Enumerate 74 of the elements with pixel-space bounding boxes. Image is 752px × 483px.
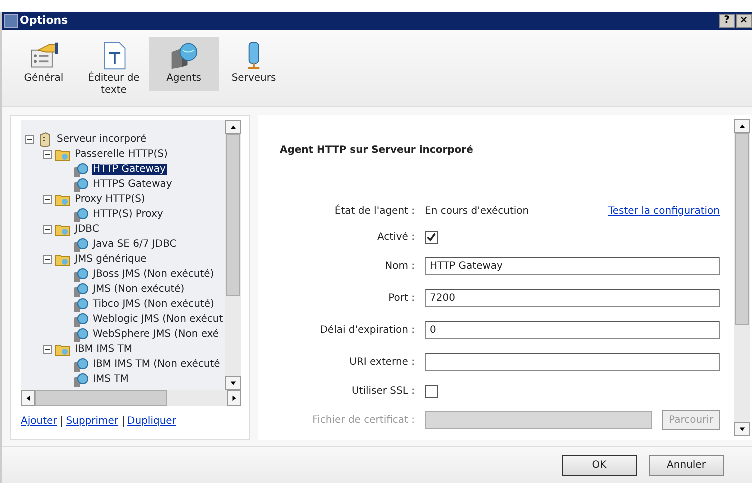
scroll-up-icon: [738, 122, 746, 130]
tree-item[interactable]: JMS (Non exécuté): [92, 284, 186, 296]
tree-item[interactable]: Passerelle HTTP(S): [74, 149, 169, 160]
globe-server-icon: [169, 40, 199, 71]
tree-item[interactable]: IBM IMS TM: [74, 344, 134, 356]
field-label: Utiliser SSL :: [350, 386, 416, 397]
input-field[interactable]: 7200: [425, 289, 720, 308]
link[interactable]: Supprimer: [66, 416, 119, 428]
link[interactable]: Dupliquer: [128, 416, 176, 428]
tree-item[interactable]: IMS TM: [92, 374, 130, 386]
collapse-toggle[interactable]: [25, 135, 34, 144]
tree-item[interactable]: Weblogic JMS (Non exécut: [92, 314, 224, 326]
input-field[interactable]: [425, 353, 720, 372]
globe-server-icon: [73, 282, 89, 298]
collapse-toggle[interactable]: [43, 255, 52, 264]
tree-item[interactable]: HTTP(S) Proxy: [92, 209, 164, 220]
tree-item[interactable]: JMS générique: [74, 254, 148, 266]
horizontal-scrollbar[interactable]: [21, 390, 241, 406]
globe-server-icon: [73, 266, 89, 283]
vertical-scrollbar[interactable]: [225, 120, 241, 390]
globe-server-icon: [73, 206, 89, 223]
input-field[interactable]: HTTP Gateway: [425, 257, 720, 276]
collapse-toggle[interactable]: [43, 225, 52, 234]
field-label: Fichier de certificat :: [312, 414, 416, 426]
scroll-up-icon: [230, 124, 236, 131]
toolbar-tab[interactable]: Général: [9, 36, 79, 91]
globe-server-icon: [73, 356, 89, 373]
tree-item[interactable]: JDBC: [74, 224, 100, 236]
globe-server-icon: [73, 372, 89, 388]
tree-item[interactable]: Proxy HTTP(S): [74, 194, 146, 206]
agent-status: En cours d'exécution: [425, 206, 530, 217]
globe-server-icon: [73, 296, 89, 313]
toolbar-tab[interactable]: Éditeur de texte: [79, 36, 149, 91]
tree-item[interactable]: IBM IMS TM (Non exécuté: [92, 359, 222, 370]
globe-server-icon: [73, 326, 89, 343]
tree-item[interactable]: JBoss JMS (Non exécuté): [92, 269, 216, 280]
vertical-scrollbar[interactable]: [734, 119, 750, 436]
field-label: Nom :: [384, 260, 416, 272]
panel-heading: Agent HTTP sur Serveur incorporé: [280, 145, 474, 156]
globe-server-icon: [73, 312, 89, 328]
ok-button[interactable]: OK: [562, 454, 637, 476]
globe-server-icon: [73, 162, 89, 178]
scroll-left-icon: [24, 394, 32, 402]
link[interactable]: Ajouter: [21, 416, 58, 428]
checkbox[interactable]: [425, 230, 438, 244]
field-label: Port :: [388, 292, 416, 304]
collapse-toggle[interactable]: [43, 345, 52, 354]
cancel-button[interactable]: Annuler: [649, 454, 724, 476]
tree-item[interactable]: WebSphere JMS (Non exé: [92, 329, 220, 340]
test-configuration-link[interactable]: Tester la configuration: [608, 206, 720, 217]
field-label: Délai d'expiration :: [319, 324, 416, 336]
app-logo-icon: [4, 14, 18, 28]
scroll-down-icon: [230, 380, 236, 387]
tree-item[interactable]: Serveur incorporé: [56, 134, 148, 146]
input-field[interactable]: 0: [425, 321, 720, 340]
tree-item[interactable]: Tibco JMS (Non exécuté): [92, 299, 216, 310]
checkbox[interactable]: [425, 384, 438, 398]
help-button[interactable]: ?: [719, 14, 735, 28]
field-label: Activé :: [376, 232, 416, 243]
toolbar-tab[interactable]: Agents: [149, 36, 219, 91]
globe-server-icon: [73, 236, 89, 253]
field-label: État de l'agent :: [334, 206, 416, 217]
tree-item[interactable]: Java SE 6/7 JDBC: [92, 239, 178, 250]
tree-item[interactable]: HTTP Gateway: [92, 164, 167, 176]
collapse-toggle[interactable]: [43, 150, 52, 160]
collapse-toggle[interactable]: [43, 195, 52, 204]
globe-server-icon: [73, 176, 89, 193]
close-button[interactable]: ×: [736, 14, 752, 28]
scroll-right-icon: [230, 394, 238, 402]
field-label: URI externe :: [348, 356, 416, 368]
tree-item[interactable]: HTTPS Gateway: [92, 179, 174, 190]
toolbar-tab[interactable]: Serveurs: [219, 36, 289, 91]
scroll-down-icon: [738, 426, 746, 433]
window-title: Options: [20, 14, 68, 28]
